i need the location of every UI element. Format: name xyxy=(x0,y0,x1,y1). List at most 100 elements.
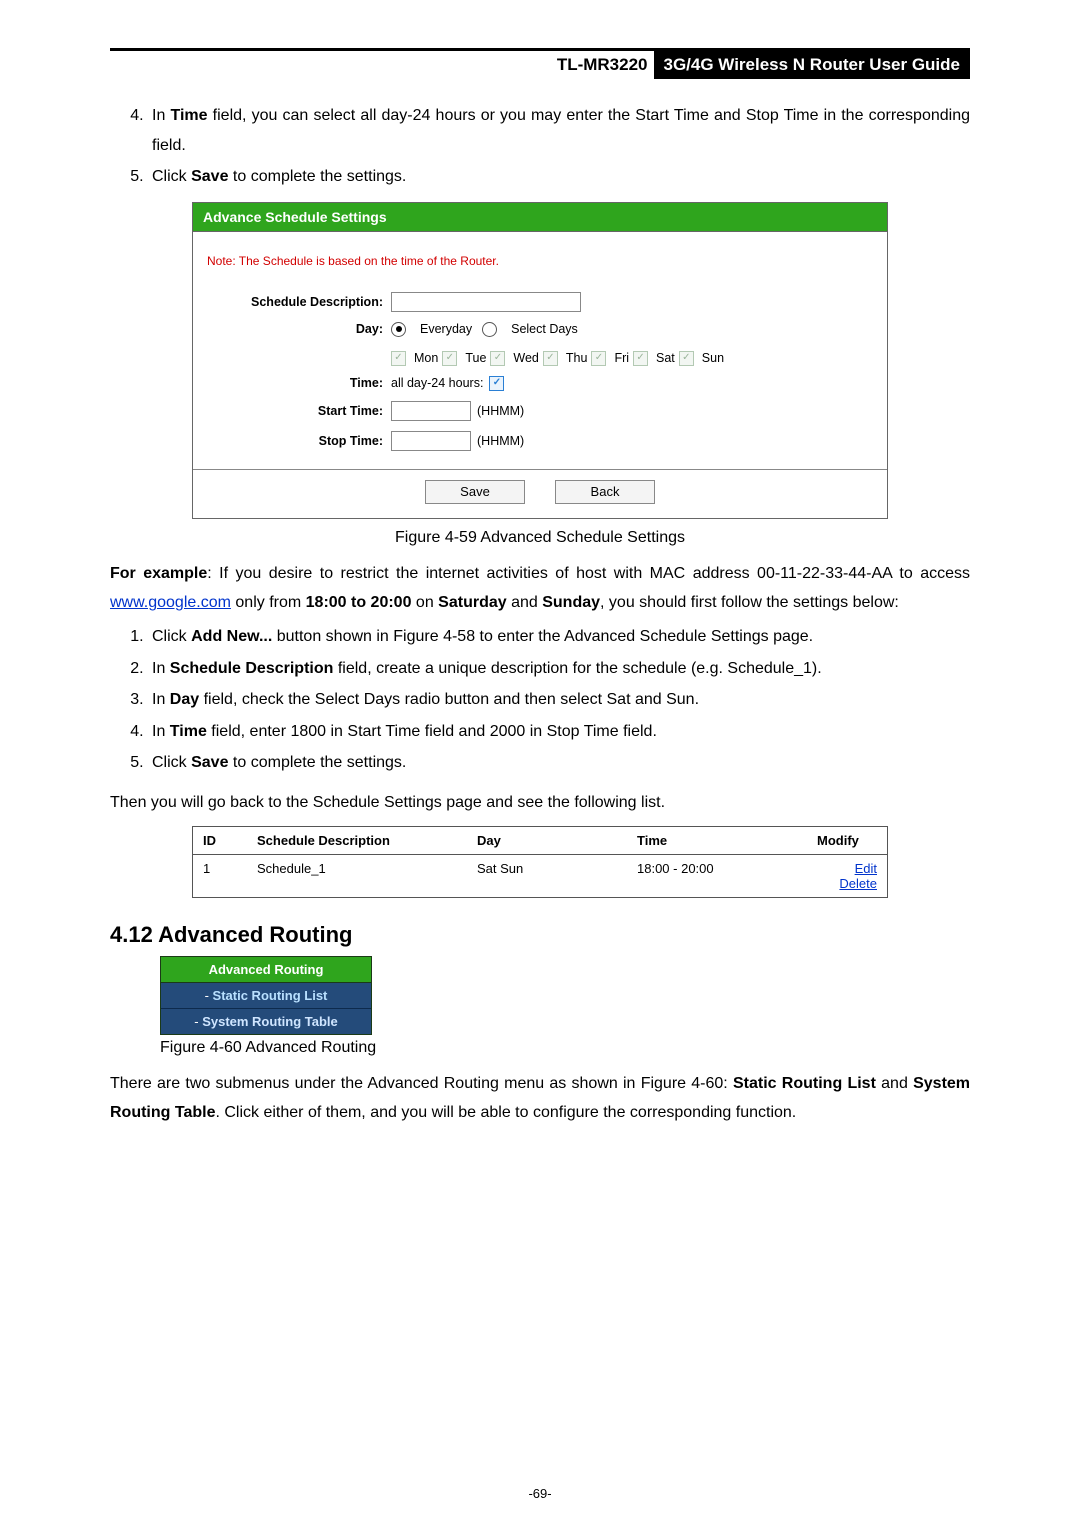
radio-select-days-label: Select Days xyxy=(511,322,578,336)
label-start-time: Start Time: xyxy=(207,404,391,418)
prefix: - xyxy=(205,988,213,1003)
chk-mon[interactable]: ✓ xyxy=(391,351,406,366)
text: , you should first follow the settings b… xyxy=(600,594,899,611)
all-day-label: all day-24 hours: xyxy=(391,376,483,390)
intro-step-5: Click Save to complete the settings. xyxy=(148,162,970,192)
label-stop-time: Stop Time: xyxy=(207,434,391,448)
ar-menu-system-routing[interactable]: - System Routing Table xyxy=(161,1009,371,1034)
example-step-4: In Time field, enter 1800 in Start Time … xyxy=(148,717,970,747)
page: TL-MR3220 3G/4G Wireless N Router User G… xyxy=(0,0,1080,1527)
th-id: ID xyxy=(193,827,247,854)
td-mod: Edit Delete xyxy=(807,855,887,897)
text: field, you can select all day-24 hours o… xyxy=(152,107,970,154)
label-sun: Sun xyxy=(702,351,724,365)
schedule-table: ID Schedule Description Day Time Modify … xyxy=(192,826,888,898)
advanced-routing-menu: Advanced Routing - Static Routing List -… xyxy=(160,956,372,1035)
label-wed: Wed xyxy=(513,351,538,365)
text: only from xyxy=(231,594,306,611)
row-day: Day: Everyday Select Days xyxy=(207,322,873,337)
edit-link[interactable]: Edit xyxy=(855,861,877,876)
schedule-settings-panel: Advance Schedule Settings Note: The Sche… xyxy=(192,202,888,519)
row-start-time: Start Time: (HHMM) xyxy=(207,401,873,421)
text-bold: Save xyxy=(191,168,228,185)
example-list: Click Add New... button shown in Figure … xyxy=(110,622,970,778)
table-header: ID Schedule Description Day Time Modify xyxy=(193,827,887,855)
example-step-3: In Day field, check the Select Days radi… xyxy=(148,685,970,715)
panel-divider xyxy=(193,469,887,470)
td-id: 1 xyxy=(193,855,247,897)
panel-title: Advance Schedule Settings xyxy=(193,203,887,232)
label: System Routing Table xyxy=(202,1014,338,1029)
ar-menu-head: Advanced Routing xyxy=(161,957,371,983)
delete-link[interactable]: Delete xyxy=(839,876,877,891)
chk-thu[interactable]: ✓ xyxy=(543,351,558,366)
radio-everyday[interactable] xyxy=(391,322,406,337)
text-bold: Time xyxy=(170,107,207,124)
label-fri: Fri xyxy=(614,351,629,365)
text-bold: Sunday xyxy=(542,594,600,611)
row-time: Time: all day-24 hours: ✓ xyxy=(207,376,873,391)
label-tue: Tue xyxy=(465,351,486,365)
section-4-12-heading: 4.12 Advanced Routing xyxy=(110,922,970,948)
intro-list: In Time field, you can select all day-24… xyxy=(110,101,970,192)
label-description: Schedule Description: xyxy=(207,295,391,309)
th-mod: Modify xyxy=(807,827,887,854)
panel-note: Note: The Schedule is based on the time … xyxy=(207,254,873,268)
hhmm-start: (HHMM) xyxy=(477,404,524,418)
row-description: Schedule Description: xyxy=(207,292,873,312)
text-bold: 18:00 to 20:00 xyxy=(306,594,412,611)
link-google[interactable]: www.google.com xyxy=(110,594,231,611)
radio-select-days[interactable] xyxy=(482,322,497,337)
chk-tue[interactable]: ✓ xyxy=(442,351,457,366)
ar-menu-static-routing[interactable]: - Static Routing List xyxy=(161,983,371,1009)
text: to complete the settings. xyxy=(228,168,406,185)
ar-para: There are two submenus under the Advance… xyxy=(110,1069,970,1128)
stop-time-input[interactable] xyxy=(391,431,471,451)
back-button[interactable]: Back xyxy=(555,480,655,504)
text-bold: Saturday xyxy=(438,594,506,611)
chk-sat[interactable]: ✓ xyxy=(633,351,648,366)
chk-fri[interactable]: ✓ xyxy=(591,351,606,366)
example-step-1: Click Add New... button shown in Figure … xyxy=(148,622,970,652)
example-step-5: Click Save to complete the settings. xyxy=(148,748,970,778)
th-day: Day xyxy=(467,827,627,854)
label-time: Time: xyxy=(207,376,391,390)
row-stop-time: Stop Time: (HHMM) xyxy=(207,431,873,451)
example-para: For example: If you desire to restrict t… xyxy=(110,559,970,618)
prefix: - xyxy=(194,1014,202,1029)
table-row: 1 Schedule_1 Sat Sun 18:00 - 20:00 Edit … xyxy=(193,855,887,897)
td-day: Sat Sun xyxy=(467,855,627,897)
label-day: Day: xyxy=(207,322,391,336)
row-day-checks: ✓Mon ✓Tue ✓Wed ✓Thu ✓Fri ✓Sat ✓Sun xyxy=(207,347,873,366)
radio-everyday-label: Everyday xyxy=(420,322,472,336)
td-desc: Schedule_1 xyxy=(247,855,467,897)
th-time: Time xyxy=(627,827,807,854)
chk-sun[interactable]: ✓ xyxy=(679,351,694,366)
text: and xyxy=(507,594,543,611)
then-para: Then you will go back to the Schedule Se… xyxy=(110,788,970,818)
chk-wed[interactable]: ✓ xyxy=(490,351,505,366)
page-number: -69- xyxy=(0,1486,1080,1501)
text: Click xyxy=(152,168,191,185)
text: In xyxy=(152,107,170,124)
description-input[interactable] xyxy=(391,292,581,312)
label-mon: Mon xyxy=(414,351,438,365)
th-desc: Schedule Description xyxy=(247,827,467,854)
start-time-input[interactable] xyxy=(391,401,471,421)
text: : If you desire to restrict the internet… xyxy=(207,565,970,582)
hhmm-stop: (HHMM) xyxy=(477,434,524,448)
example-step-2: In Schedule Description field, create a … xyxy=(148,654,970,684)
save-button[interactable]: Save xyxy=(425,480,525,504)
text: on xyxy=(411,594,438,611)
figure-4-60-caption: Figure 4-60 Advanced Routing xyxy=(160,1039,970,1057)
chk-all-day[interactable]: ✓ xyxy=(489,376,504,391)
figure-4-59-caption: Figure 4-59 Advanced Schedule Settings xyxy=(110,529,970,547)
td-time: 18:00 - 20:00 xyxy=(627,855,807,897)
intro-step-4: In Time field, you can select all day-24… xyxy=(148,101,970,160)
label-sat: Sat xyxy=(656,351,675,365)
header-band: TL-MR3220 3G/4G Wireless N Router User G… xyxy=(110,48,970,79)
label-thu: Thu xyxy=(566,351,588,365)
header-model: TL-MR3220 xyxy=(551,51,654,79)
text-bold: For example xyxy=(110,565,207,582)
header-title: 3G/4G Wireless N Router User Guide xyxy=(654,51,971,79)
